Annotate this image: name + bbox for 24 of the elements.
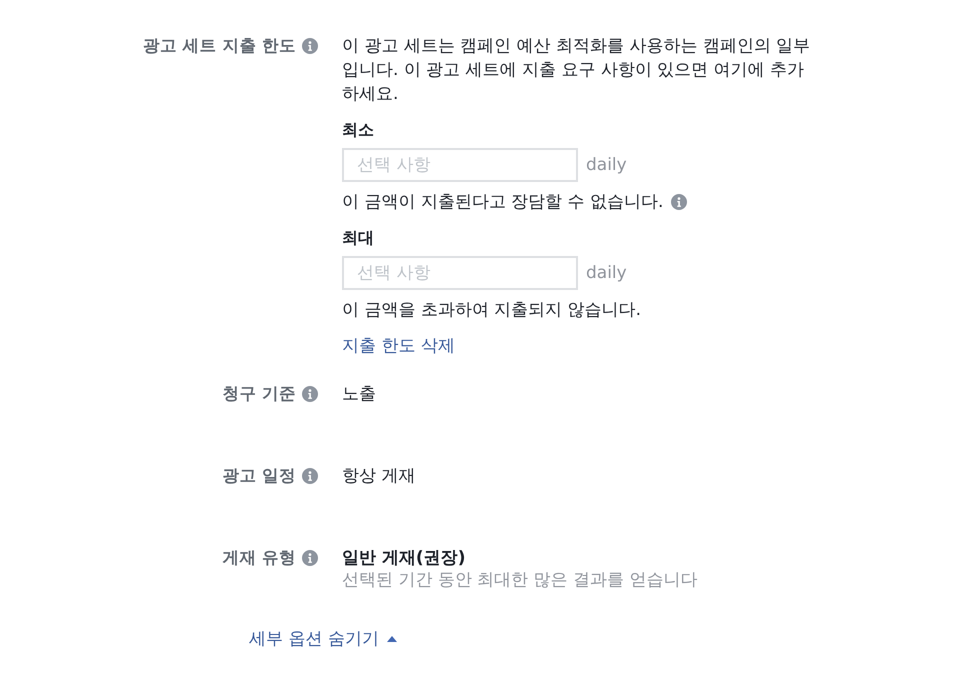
- limit-label: 최대: [342, 227, 374, 249]
- field-label: 게재 유형: [222, 547, 296, 569]
- info-icon[interactable]: [302, 468, 318, 484]
- amount-input[interactable]: 선택 사항: [342, 256, 578, 290]
- info-icon[interactable]: [671, 194, 688, 210]
- unit-label: daily: [586, 262, 627, 285]
- info-icon[interactable]: [302, 386, 318, 402]
- option-description: 선택된 기간 동안 최대한 많은 결과를 얻습니다: [342, 570, 698, 590]
- field-value: 노출: [342, 383, 376, 406]
- field-label: 청구 기준: [222, 383, 296, 405]
- remove-limit-link[interactable]: 지출 한도 삭제: [342, 334, 455, 358]
- limit-label: 최소: [342, 119, 374, 141]
- hide-options-link[interactable]: 세부 옵션 숨기기: [249, 627, 397, 651]
- info-icon[interactable]: [302, 38, 318, 54]
- field-label: 광고 세트 지출 한도: [142, 35, 296, 57]
- description-text: 이 광고 세트는 캠페인 예산 최적화를 사용하는 캠페인의 일부입니다. 이 광고 세트에 지출 요구 사항이 있으면 여기에 추가하세요.: [342, 35, 812, 106]
- option-title: 일반 게재(권장): [342, 547, 466, 570]
- field-label: 광고 일정: [222, 465, 296, 487]
- info-icon[interactable]: [302, 550, 318, 566]
- unit-label: daily: [586, 154, 627, 177]
- hint-text: 이 금액이 지출된다고 장담할 수 없습니다.: [342, 191, 664, 214]
- hint-text: 이 금액을 초과하여 지출되지 않습니다.: [342, 299, 642, 322]
- field-value: 항상 게재: [342, 465, 416, 488]
- amount-input[interactable]: 선택 사항: [342, 148, 578, 182]
